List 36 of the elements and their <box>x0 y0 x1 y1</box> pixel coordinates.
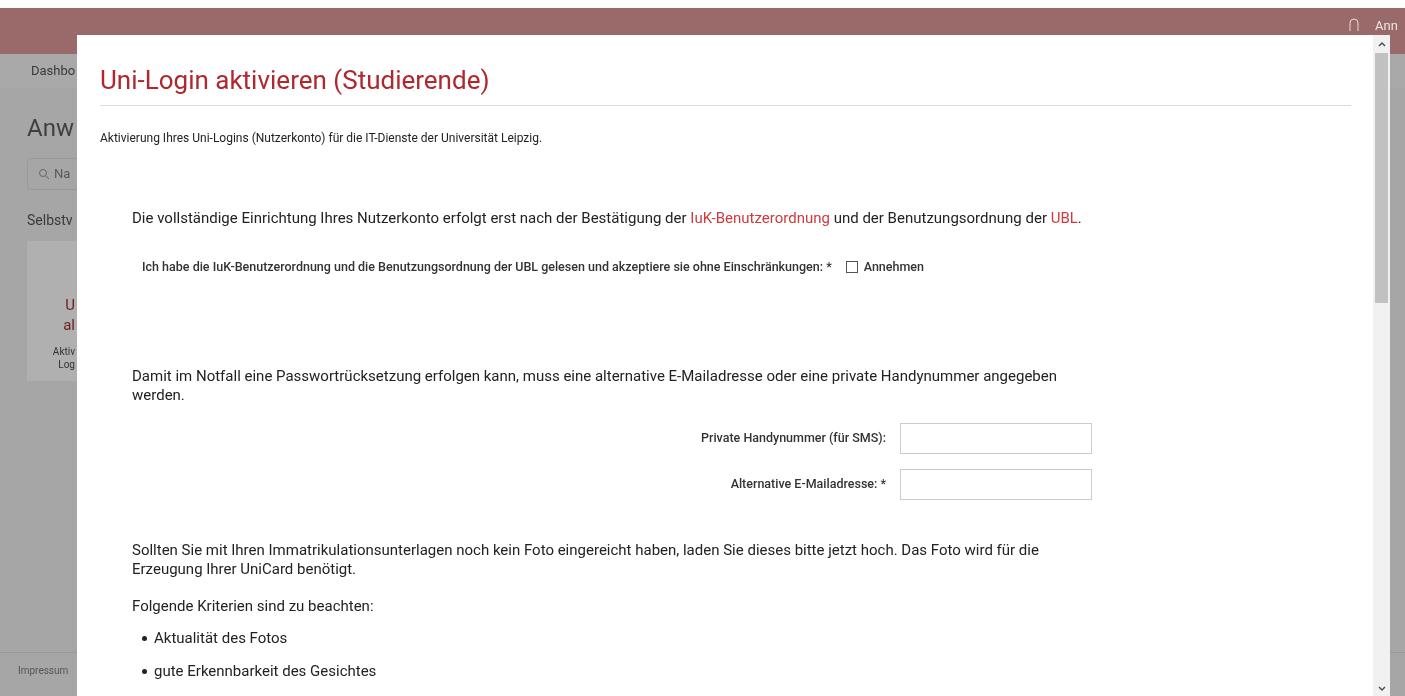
intro-text: Aktivierung Ihres Uni-Logins (Nutzerkonto) für die IT-Dienste der Universität Leipzig. <box>100 130 544 147</box>
search-icon <box>38 168 50 180</box>
criteria-item: gute Erkennbarkeit des Gesichtes <box>154 660 377 682</box>
photo-paragraph: Sollten Sie mit Ihren Immatrikulationsunterlagen noch kein Foto eingereicht haben, laden Sie dieses bitte jetzt hoch. Das Foto wird für die Erzeugung Ihrer UniCard benötigt. <box>132 540 1040 579</box>
criteria-item: Aktualität des Fotos <box>154 628 288 650</box>
terms-link[interactable]: IuK-Benutzerordnung <box>690 209 830 227</box>
page-title: Anw <box>27 113 74 144</box>
field-label: Alternative E-Mailadresse: * <box>730 474 886 493</box>
accept-option[interactable]: Annehmen <box>863 258 924 277</box>
search-placeholder: Na <box>54 165 71 184</box>
dialog-title: Uni-Login aktivieren (Studierende) <box>100 64 491 97</box>
footer-link[interactable]: Impressum <box>18 663 69 678</box>
scroll-up-icon[interactable] <box>1377 41 1386 47</box>
scroll-down-icon[interactable] <box>1377 686 1386 692</box>
terms-link[interactable]: UBL <box>1050 209 1078 227</box>
criteria-title: Folgende Kriterien sind zu beachten: <box>132 595 375 617</box>
scrollbar[interactable] <box>1373 35 1390 696</box>
bullet-icon <box>142 668 147 674</box>
section-title: Selbstv <box>27 211 73 230</box>
service-card[interactable]: U al Aktiv Log <box>27 241 77 381</box>
card-title: al <box>63 315 75 335</box>
field-label: Private Handynummer (für SMS): <box>701 428 886 447</box>
scrollbar-thumb[interactable] <box>1375 53 1388 303</box>
bullet-icon <box>142 636 147 641</box>
input-field[interactable] <box>900 422 1092 454</box>
card-title: U <box>65 295 75 315</box>
bell-icon[interactable] <box>1349 18 1359 32</box>
terms-paragraph: Die vollständige Einrichtung Ihres Nutzerkonto erfolgt erst nach der Bestätigung der IuK-Benutzerordnung und der Benutzungsordnung der UBL. <box>132 209 1083 228</box>
accept-label: Ich habe die IuK-Benutzerordnung und die Benutzungsordnung der UBL gelesen und akzeptiere sie ohne Einschränkungen: * <box>142 258 832 276</box>
user-name[interactable]: Ann <box>1375 18 1405 33</box>
card-description: Aktiv <box>52 345 75 358</box>
input-field[interactable] <box>900 468 1092 500</box>
recovery-paragraph: Damit im Notfall eine Passwortrücksetzung erfolgen kann, muss eine alternative E-Mailadresse oder eine private Handynummer angegeben werden. <box>132 366 1058 405</box>
accept-checkbox[interactable] <box>845 261 858 274</box>
card-description: Log <box>58 358 75 371</box>
nav-item[interactable]: Dashbo <box>31 61 76 81</box>
